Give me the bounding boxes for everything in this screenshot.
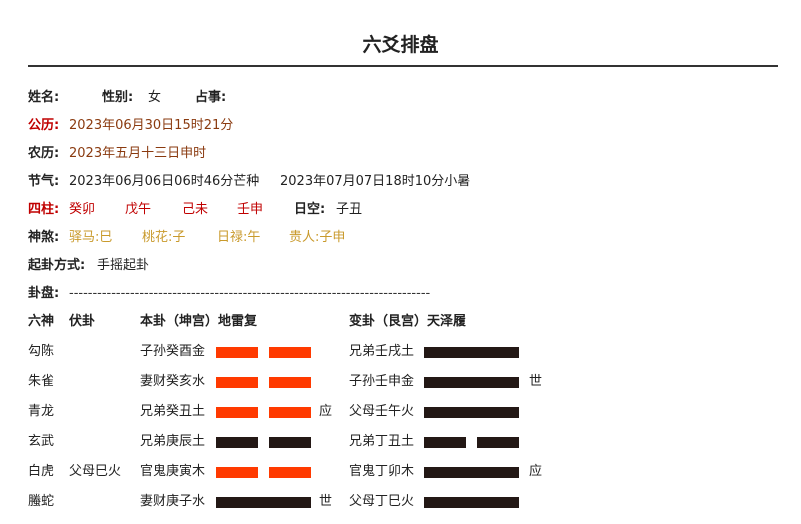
- bengua-mark: 世: [319, 494, 333, 509]
- biangua-cell: 父母丁巳火: [349, 494, 415, 509]
- gods-label: 神煞:: [28, 230, 60, 245]
- bengua-line-segment: [216, 437, 258, 448]
- header-fugua: 伏卦: [69, 314, 96, 329]
- bengua-line-segment: [216, 467, 258, 478]
- bengua-cell: 子孙癸酉金: [140, 344, 206, 359]
- bengua-line-segment: [269, 437, 311, 448]
- bengua-line-segment: [216, 407, 258, 418]
- bengua-line-segment: [216, 497, 311, 508]
- header-bengua: 本卦（坤宫）地雷复: [140, 314, 258, 329]
- pillar-year: 癸卯: [69, 202, 96, 217]
- gender-value: 女: [148, 90, 162, 105]
- method-label: 起卦方式:: [28, 258, 86, 273]
- biangua-line-segment: [424, 497, 519, 508]
- name-label: 姓名:: [28, 90, 60, 105]
- bengua-cell: 妻财庚子水: [140, 494, 206, 509]
- liushen-cell: 勾陈: [28, 344, 55, 359]
- biangua-line-segment: [424, 347, 519, 358]
- pillars-label: 四柱:: [28, 202, 60, 217]
- term-value-2: 2023年07月07日18时10分小暑: [280, 174, 471, 189]
- bengua-cell: 妻财癸亥水: [140, 374, 206, 389]
- biangua-cell: 父母壬午火: [349, 404, 415, 419]
- term-label: 节气:: [28, 174, 60, 189]
- pillar-hour: 壬申: [237, 202, 264, 217]
- god-yima: 驿马:巳: [69, 230, 113, 245]
- bengua-line-segment: [269, 347, 311, 358]
- liushen-cell: 朱雀: [28, 374, 55, 389]
- bengua-cell: 兄弟庚辰土: [140, 434, 206, 449]
- page-title: 六爻排盘: [362, 34, 439, 56]
- bengua-cell: 官鬼庚寅木: [140, 464, 206, 479]
- biangua-line-segment: [424, 407, 519, 418]
- biangua-line-segment: [477, 437, 519, 448]
- biangua-cell: 官鬼丁卯木: [349, 464, 415, 479]
- bengua-cell: 兄弟癸丑土: [140, 404, 206, 419]
- pan-dashes: ----------------------------------------…: [69, 286, 431, 301]
- bengua-line-segment: [216, 347, 258, 358]
- pillar-day: 己未: [182, 202, 209, 217]
- biangua-line-segment: [424, 437, 466, 448]
- fugua-cell: 父母巳火: [69, 464, 122, 479]
- biangua-line-segment: [424, 377, 519, 388]
- header-biangua: 变卦（艮宫）天泽履: [349, 314, 467, 329]
- bengua-line-segment: [269, 407, 311, 418]
- god-taohua: 桃花:子: [142, 230, 186, 245]
- method-value: 手摇起卦: [97, 258, 150, 273]
- biangua-cell: 兄弟壬戌土: [349, 344, 415, 359]
- solar-value: 2023年06月30日15时21分: [69, 118, 234, 133]
- liushen-cell: 玄武: [28, 434, 55, 449]
- bengua-mark: 应: [319, 404, 333, 419]
- biangua-mark: 应: [529, 464, 543, 479]
- biangua-line-segment: [424, 467, 519, 478]
- matter-label: 占事:: [195, 90, 227, 105]
- gender-label: 性别:: [102, 90, 134, 105]
- biangua-cell: 兄弟丁丑土: [349, 434, 415, 449]
- liushen-cell: 青龙: [28, 404, 55, 419]
- biangua-cell: 子孙壬申金: [349, 374, 415, 389]
- pillar-month: 戊午: [125, 202, 152, 217]
- void-label: 日空:: [294, 202, 326, 217]
- solar-label: 公历:: [28, 118, 60, 133]
- biangua-mark: 世: [529, 374, 543, 389]
- liushen-cell: 白虎: [28, 464, 55, 479]
- lunar-value: 2023年五月十三日申时: [69, 146, 207, 161]
- god-guiren: 贵人:子申: [289, 230, 346, 245]
- liushen-cell: 螣蛇: [28, 494, 55, 509]
- header-liushen: 六神: [28, 314, 55, 329]
- term-value-1: 2023年06月06日06时46分芒种: [69, 174, 260, 189]
- title-divider: [28, 65, 778, 67]
- bengua-line-segment: [216, 377, 258, 388]
- lunar-label: 农历:: [28, 146, 60, 161]
- pan-label: 卦盘:: [28, 286, 60, 301]
- void-value: 子丑: [336, 202, 363, 217]
- bengua-line-segment: [269, 377, 311, 388]
- bengua-line-segment: [269, 467, 311, 478]
- god-rilu: 日禄:午: [217, 230, 261, 245]
